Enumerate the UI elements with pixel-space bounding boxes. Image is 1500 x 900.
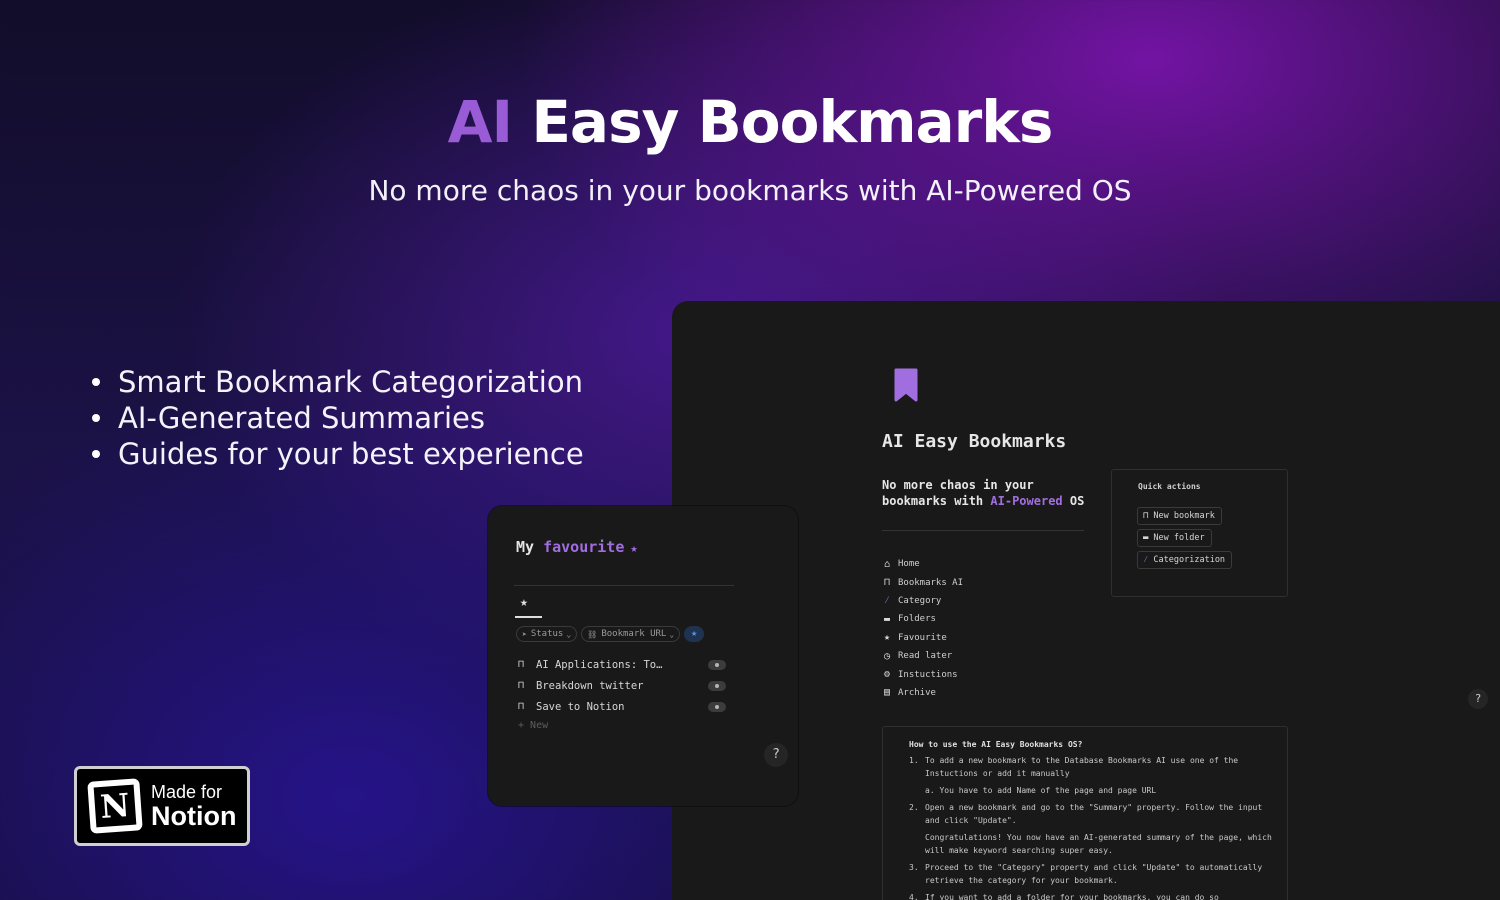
- notion-logo-icon: N: [87, 778, 143, 834]
- how-to-box: How to use the AI Easy Bookmarks OS? 1. …: [882, 726, 1288, 900]
- nav-item-category[interactable]: ⁄ Category: [884, 592, 963, 610]
- nav-item-instructions[interactable]: ⚙ Instuctions: [884, 665, 963, 683]
- nav-item-bookmarks-ai[interactable]: ⊓ Bookmarks AI: [884, 573, 963, 591]
- chevron-down-icon: ⌄: [566, 629, 572, 639]
- feature-item: AI-Generated Summaries: [88, 400, 584, 436]
- star-icon: ★: [884, 632, 891, 644]
- bookmark-icon: ⊓: [884, 577, 891, 589]
- categorization-button[interactable]: ⁄ Categorization: [1137, 551, 1233, 569]
- feature-item: Guides for your best experience: [88, 436, 584, 472]
- bullet-icon: [92, 414, 100, 422]
- bullet-icon: [92, 378, 100, 386]
- badge-line2: Notion: [151, 801, 237, 831]
- instructions-link[interactable]: Instuctions: [925, 769, 978, 778]
- bookmark-icon: ⊓: [518, 701, 525, 712]
- hero-title: AI Easy Bookmarks: [0, 88, 1500, 156]
- feature-item: Smart Bookmark Categorization: [88, 364, 584, 400]
- nav-item-archive[interactable]: ▤ Archive: [884, 684, 963, 702]
- made-for-notion-badge: N Made for Notion: [74, 766, 250, 846]
- favourite-title: My favourite ★: [516, 538, 638, 556]
- help-button[interactable]: ?: [764, 743, 788, 767]
- tab-star-view[interactable]: ★: [520, 595, 528, 610]
- chevron-down-icon: ⌄: [669, 629, 675, 639]
- new-folder-button[interactable]: ▬ New folder: [1137, 529, 1212, 547]
- hero-title-accent: AI: [447, 88, 513, 156]
- magic-wand-icon: ⁄: [884, 594, 891, 606]
- favourite-list: ⊓ AI Applications: To… ⊓ Breakdown twitter…: [518, 654, 726, 717]
- star-icon: ★: [691, 628, 698, 639]
- bookmark-icon: ⊓: [518, 659, 525, 670]
- help-button[interactable]: ?: [1468, 689, 1488, 709]
- clock-icon: ◷: [884, 650, 891, 662]
- page-nav: ⌂ Home ⊓ Bookmarks AI ⁄ Category ▬ Folders ★…: [884, 555, 963, 702]
- quick-actions-box: Quick actions ⊓ New bookmark ▬ New folder …: [1111, 469, 1288, 597]
- nav-item-read-later[interactable]: ◷ Read later: [884, 647, 963, 665]
- hero-subtitle: No more chaos in your bookmarks with AI-…: [368, 174, 1132, 207]
- page-tagline: No more chaos in your bookmarks with AI-…: [882, 478, 1085, 508]
- nav-item-favourite[interactable]: ★ Favourite: [884, 629, 963, 647]
- quick-actions-title: Quick actions: [1138, 482, 1201, 491]
- list-item[interactable]: ⊓ Save to Notion: [518, 696, 726, 717]
- hero-title-rest: Easy Bookmarks: [531, 88, 1053, 156]
- bookmark-page-icon: [894, 368, 918, 402]
- bookmark-url-filter-chip[interactable]: ⛓ Bookmark URL ⌄: [581, 626, 681, 642]
- new-row-button[interactable]: + New: [518, 720, 548, 731]
- badge-line1: Made for: [151, 782, 223, 802]
- how-to-title: How to use the AI Easy Bookmarks OS?: [909, 740, 1083, 749]
- folder-icon: ▬: [884, 613, 891, 625]
- list-item[interactable]: ⊓ AI Applications: To…: [518, 654, 726, 675]
- new-bookmark-button[interactable]: ⊓ New bookmark: [1137, 507, 1222, 525]
- status-toggle[interactable]: [708, 701, 726, 712]
- star-filter-chip[interactable]: ★: [684, 626, 705, 642]
- status-toggle[interactable]: [708, 659, 726, 670]
- tab-underline: [515, 616, 542, 618]
- cursor-icon: ➤: [522, 629, 527, 639]
- list-item[interactable]: ⊓ Breakdown twitter: [518, 675, 726, 696]
- favourite-card: My favourite ★ ★ ➤ Status ⌄ ⛓ Bookmark URL ⌄ …: [488, 506, 798, 806]
- folder-icon: ▬: [1143, 533, 1149, 543]
- magic-wand-icon: ⁄: [1143, 555, 1149, 565]
- feature-list: Smart Bookmark Categorization AI-Generat…: [88, 364, 584, 472]
- status-toggle[interactable]: [708, 680, 726, 691]
- bullet-icon: [92, 450, 100, 458]
- bookmark-icon: ⊓: [1143, 511, 1149, 521]
- divider: [882, 530, 1084, 531]
- star-icon: ★: [630, 541, 638, 555]
- page-title: AI Easy Bookmarks: [882, 431, 1067, 452]
- filter-bar: ➤ Status ⌄ ⛓ Bookmark URL ⌄ ★: [516, 626, 705, 642]
- nav-item-home[interactable]: ⌂ Home: [884, 555, 963, 573]
- divider: [514, 585, 734, 586]
- nav-item-folders[interactable]: ▬ Folders: [884, 610, 963, 628]
- archive-icon: ▤: [884, 687, 891, 699]
- link-icon: ⛓: [587, 629, 598, 639]
- bookmark-icon: ⊓: [518, 680, 525, 691]
- status-filter-chip[interactable]: ➤ Status ⌄: [516, 626, 578, 642]
- plus-icon: +: [518, 720, 531, 731]
- gears-icon: ⚙: [884, 669, 891, 681]
- bookmarks-ai-link[interactable]: Bookmarks AI: [1108, 756, 1166, 765]
- home-icon: ⌂: [884, 558, 891, 570]
